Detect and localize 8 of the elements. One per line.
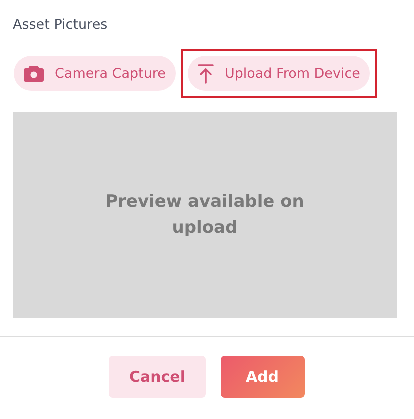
cancel-button[interactable]: Cancel <box>109 356 206 398</box>
upload-button[interactable]: Upload From Device <box>188 56 370 91</box>
camera-capture-button[interactable]: Camera Capture <box>14 56 176 91</box>
section-title: Asset Pictures <box>13 17 108 33</box>
camera-icon <box>24 65 44 82</box>
upload-icon <box>198 64 214 84</box>
add-button[interactable]: Add <box>220 356 304 398</box>
preview-message: Preview available on upload <box>105 190 305 240</box>
